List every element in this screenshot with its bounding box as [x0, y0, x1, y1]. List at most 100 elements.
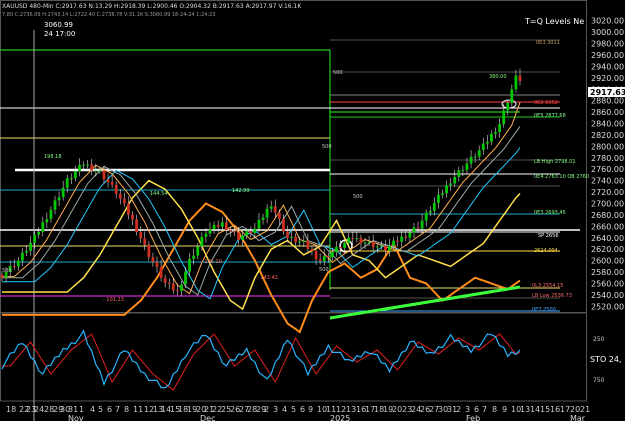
time-tick-label: 6 [474, 405, 479, 414]
stochastic-oscillator [1, 329, 521, 391]
candle-body [453, 176, 457, 184]
candle-body [139, 232, 143, 239]
annotation-label: 380.00 [489, 74, 507, 80]
price-tick-label: 2960.00 [591, 51, 624, 60]
study-name: T=Q Levels Ne [524, 17, 584, 26]
candle-body [257, 219, 261, 229]
time-tick-label: 18 [6, 405, 16, 414]
candle-body [355, 238, 359, 240]
price-tick-label: 2920.00 [591, 74, 624, 83]
candle-body [269, 206, 273, 209]
candle-body [510, 89, 514, 103]
month-label: Nov [68, 414, 84, 421]
annotation-label: - 143.42 [257, 275, 278, 281]
annotation-label: 500 [322, 144, 332, 150]
candle-body [110, 182, 114, 185]
candle-body [314, 250, 318, 260]
level-label: 0E2 2952 [534, 100, 558, 106]
candle-body [330, 252, 334, 258]
candle-body [61, 187, 65, 198]
candle-body [204, 233, 208, 237]
candle-body [20, 252, 24, 261]
candle-body [0, 274, 4, 278]
level-label: 0E3 2693.45 [534, 210, 566, 216]
time-tick-label: 6 [107, 405, 112, 414]
cursor-time: 24 17:00 [44, 30, 75, 38]
candle-body [485, 141, 489, 144]
candle-body [437, 194, 440, 203]
annotation-label: 500 [2, 268, 12, 274]
candle-body [135, 219, 138, 233]
time-tick-label: 4 [90, 405, 95, 414]
price-tick-label: 2780.00 [591, 154, 624, 163]
candle-body [412, 227, 416, 233]
candle-body [216, 224, 220, 227]
candle-body [306, 240, 310, 249]
candle-body [420, 220, 424, 229]
price-tick-label: 2700.00 [591, 199, 624, 208]
candle-body [441, 193, 444, 195]
time-tick-label: 13 [520, 405, 530, 414]
cursor-price: 3060.99 [44, 21, 73, 29]
candle-body [241, 235, 245, 241]
time-axis[interactable]: 18 222324 28293031 1 4 5 6 7 8 11 1213141518192021… [6, 405, 590, 421]
candle-body [318, 259, 322, 262]
time-tick-label: 2 [456, 405, 461, 414]
candle-body [339, 246, 342, 249]
candle-body [396, 240, 400, 242]
time-tick-label: 3 [273, 405, 278, 414]
candle-body [465, 163, 469, 171]
time-tick-label: 8 [124, 405, 129, 414]
annotation-label: - 101.23 [103, 297, 124, 303]
price-tick-label: 2860.00 [591, 108, 624, 117]
time-tick-label: 20 [392, 405, 402, 414]
candle-body [461, 170, 465, 172]
time-tick-label: 11 [133, 405, 143, 414]
candle-body [518, 75, 522, 81]
drawing-tools[interactable] [0, 30, 580, 421]
level-label: LB High 2798.01 [534, 159, 576, 165]
candle-body [445, 185, 448, 194]
price-tick-label: 2660.00 [591, 222, 624, 231]
month-label: 2025 [330, 414, 350, 421]
candle-body [400, 236, 404, 242]
candle-body [335, 246, 338, 253]
ohlc-readout: XAUUSD 480-Min C:2917.63 N:13.29 H:2918.… [2, 3, 302, 10]
price-tick-label: 2580.00 [591, 268, 624, 277]
time-tick-label: 13 [346, 405, 356, 414]
time-tick-label: 31 [68, 405, 78, 414]
time-tick-label: 20 [570, 405, 580, 414]
time-tick-label: 14 [530, 405, 540, 414]
candle-body [86, 164, 90, 166]
candle-body [233, 231, 236, 233]
candle-body [224, 222, 228, 230]
time-tick-label: 7 [115, 405, 120, 414]
price-axis[interactable]: 3020.00 3000.00 2980.00 2960.00 2940.00 2920.… [591, 17, 624, 312]
candle-body [473, 156, 477, 158]
price-tick-label: 2980.00 [591, 40, 624, 49]
price-panel-border [0, 0, 587, 313]
price-tick-label: 2540.00 [591, 291, 624, 300]
candle-body [74, 171, 77, 179]
price-tick-label: 2720.00 [591, 188, 624, 197]
candle-body [408, 232, 412, 238]
candle-body [53, 200, 57, 210]
level-label: LB Low 2536.73 [532, 293, 572, 299]
candle-body [29, 242, 32, 251]
price-tick-label: 2640.00 [591, 234, 624, 243]
candle-body [41, 222, 45, 232]
candle-body [114, 184, 118, 194]
price-chart[interactable]: XAUUSD 480-Min C:2917.63 N:13.29 H:2918.… [0, 0, 625, 421]
candle-body [180, 284, 183, 291]
candle-body [261, 217, 265, 220]
candle-body [375, 246, 379, 248]
candle-body [424, 212, 428, 221]
price-tick-label: 2800.00 [591, 142, 624, 151]
candle-body [449, 183, 453, 186]
time-tick-label: 5 [291, 405, 296, 414]
time-tick-label: 7 [482, 405, 487, 414]
candle-body [469, 156, 473, 164]
candle-body [253, 228, 257, 234]
candle-body [384, 245, 387, 251]
candle-body [37, 231, 41, 235]
